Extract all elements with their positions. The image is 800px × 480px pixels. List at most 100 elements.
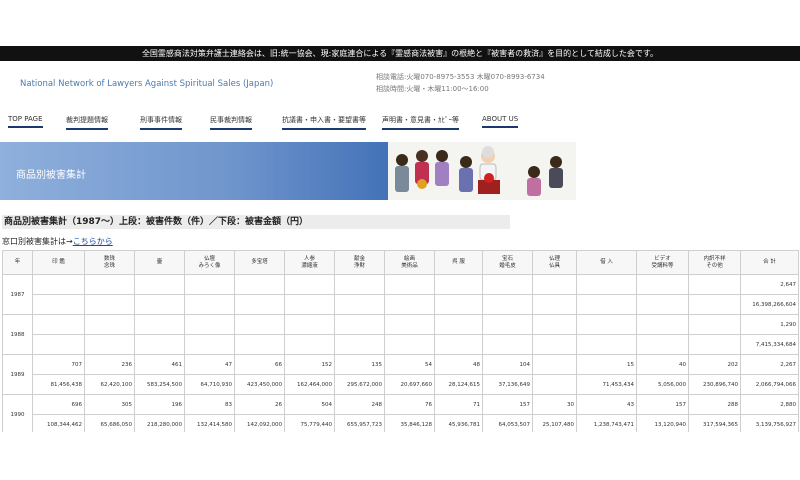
- count-cell: 2,267: [740, 354, 799, 375]
- column-header: 多宝塔: [234, 250, 285, 275]
- count-cell: [384, 274, 435, 295]
- amount-cell: [576, 294, 637, 315]
- amount-cell: 28,124,615: [434, 374, 483, 395]
- amount-cell: [482, 294, 533, 315]
- count-cell: [532, 354, 577, 375]
- column-header: 仏理 仏具: [532, 250, 577, 275]
- count-cell: 54: [384, 354, 435, 375]
- contact-info: 相談電話:火曜070-8975-3553 木曜070-8993-6734 相談時…: [376, 71, 545, 95]
- amount-cell: 64,710,930: [184, 374, 235, 395]
- table-header-row: 年印 鑑数珠 念珠壷仏壇 みろく像 多宝塔 人参 濃縮液 献金 浄財 絵画 美術品呉 服宝石 婚毛皮…: [2, 250, 799, 275]
- count-cell: 71: [434, 394, 483, 415]
- count-cell: [576, 274, 637, 295]
- page-banner: 商品別被害集計: [0, 142, 576, 200]
- column-header: 仏壇 みろく像: [184, 250, 235, 275]
- count-cell: 1,290: [740, 314, 799, 335]
- count-cell: 30: [532, 394, 577, 415]
- amount-cell: 295,672,000: [334, 374, 385, 395]
- column-header: 年: [2, 250, 33, 275]
- count-cell: [334, 314, 385, 335]
- count-cell: [482, 314, 533, 335]
- site-header: National Network of Lawyers Against Spir…: [0, 61, 800, 105]
- count-cell: 76: [384, 394, 435, 415]
- announcement-bar: 全国霊感商法対策弁護士連絡会は、旧:統一協会、現:家庭連合による『霊感商法被害』…: [0, 46, 800, 61]
- count-cell: [184, 274, 235, 295]
- amount-cell: [234, 334, 285, 355]
- amount-cell: 162,464,000: [284, 374, 335, 395]
- amount-cell: [184, 334, 235, 355]
- count-cell: 504: [284, 394, 335, 415]
- column-header: 呉 服: [434, 250, 483, 275]
- count-cell: [636, 274, 689, 295]
- count-cell: 696: [32, 394, 85, 415]
- nav-about-us[interactable]: ABOUT US: [482, 115, 519, 128]
- count-cell: 707: [32, 354, 85, 375]
- amount-cell: [134, 334, 185, 355]
- amount-cell: [576, 334, 637, 355]
- section-title: 商品別被害集計（1987〜）上段：被害件数（件）／下段：被害金額（円）: [2, 215, 510, 229]
- column-header: 合 計: [740, 250, 799, 275]
- nav-criminal-cases[interactable]: 刑事事件情報: [140, 115, 182, 130]
- window-summary-link[interactable]: こちらから: [73, 237, 113, 246]
- nav-protest-letters[interactable]: 抗議書・申入書・要望書等: [282, 115, 366, 130]
- bottom-margin: [0, 432, 800, 480]
- link-prefix: 窓口別被害集計は→: [2, 237, 73, 246]
- contact-hours: 相談時間:火曜・木曜11:00〜16:00: [376, 85, 489, 93]
- count-cell: 288: [688, 394, 741, 415]
- amount-cell: [284, 334, 335, 355]
- table-row: 1990 696 305 196 83 26 504 248 76 71 157 30 43 157 288…: [2, 394, 799, 435]
- count-cell: [688, 314, 741, 335]
- amount-cell: [334, 294, 385, 315]
- amount-cell: [636, 294, 689, 315]
- contact-phone: 相談電話:火曜070-8975-3553 木曜070-8993-6734: [376, 73, 545, 81]
- amount-cell: [532, 334, 577, 355]
- column-header: 数珠 念珠: [84, 250, 135, 275]
- count-cell: [284, 314, 335, 335]
- count-cell: 43: [576, 394, 637, 415]
- amount-cell: 7,415,334,684: [740, 334, 799, 355]
- people-illustration: [388, 142, 576, 200]
- count-cell: 461: [134, 354, 185, 375]
- year-cell: 1987: [2, 274, 33, 315]
- count-cell: [234, 314, 285, 335]
- column-header: 印 鑑: [32, 250, 85, 275]
- amount-cell: [32, 294, 85, 315]
- count-cell: [576, 314, 637, 335]
- count-cell: [84, 314, 135, 335]
- column-header: 壷: [134, 250, 185, 275]
- nav-court-topics[interactable]: 裁判提題情報: [66, 115, 108, 130]
- column-header: 宝石 婚毛皮: [482, 250, 533, 275]
- amount-cell: [334, 334, 385, 355]
- org-name-link[interactable]: National Network of Lawyers Against Spir…: [20, 79, 273, 89]
- count-cell: 2,880: [740, 394, 799, 415]
- count-cell: [234, 274, 285, 295]
- year-cell: 1988: [2, 314, 33, 355]
- year-cell: 1989: [2, 354, 33, 395]
- top-margin: [0, 0, 800, 46]
- amount-cell: [688, 334, 741, 355]
- count-cell: 104: [482, 354, 533, 375]
- nav-statements[interactable]: 声明書・意見書・ｶﾋﾟｰ等: [382, 115, 459, 130]
- count-cell: [84, 274, 135, 295]
- amount-cell: 423,450,000: [234, 374, 285, 395]
- year-cell: 1990: [2, 394, 33, 435]
- amount-cell: 230,896,740: [688, 374, 741, 395]
- amount-cell: 81,456,438: [32, 374, 85, 395]
- count-cell: [482, 274, 533, 295]
- amount-cell: 583,254,500: [134, 374, 185, 395]
- amount-cell: [284, 294, 335, 315]
- table-row: 16,398,266,604: [3, 294, 799, 315]
- table-row: 1989 707 236 461 47 66 152 135 54 48 104 15 40 202 2,2…: [2, 354, 799, 395]
- amount-cell: 16,398,266,604: [740, 294, 799, 315]
- nav-top-page[interactable]: TOP PAGE: [8, 115, 43, 128]
- banner-title: 商品別被害集計: [16, 170, 86, 181]
- count-cell: [32, 314, 85, 335]
- count-cell: 26: [234, 394, 285, 415]
- count-cell: 40: [636, 354, 689, 375]
- amount-cell: [134, 294, 185, 315]
- count-cell: 47: [184, 354, 235, 375]
- count-cell: 305: [84, 394, 135, 415]
- amount-cell: 62,420,100: [84, 374, 135, 395]
- count-cell: [334, 274, 385, 295]
- nav-civil-cases[interactable]: 民事裁判情報: [210, 115, 252, 130]
